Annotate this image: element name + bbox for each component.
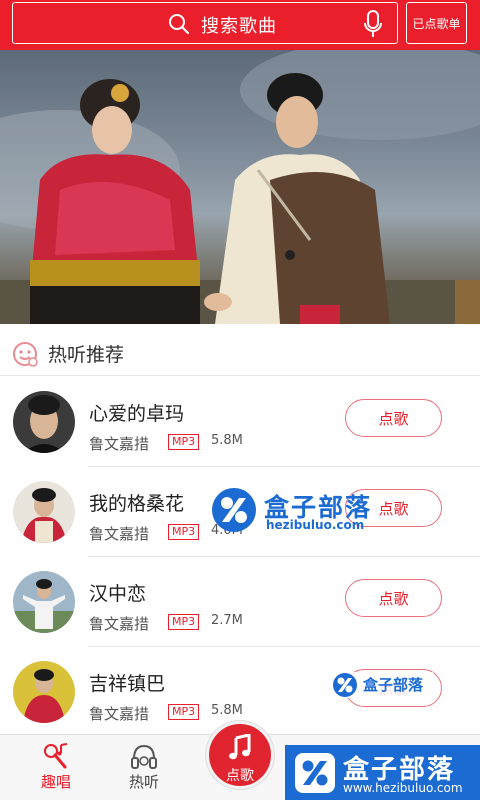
tab-label: 热听 (128, 773, 159, 791)
song-artist: 鲁文嘉措 (89, 525, 150, 543)
file-size: 5.8M (211, 433, 243, 448)
microphone-icon[interactable] (362, 9, 384, 39)
song-title: 汉中恋 (89, 583, 147, 605)
song-title: 我的格桑花 (89, 493, 185, 515)
banner-image (0, 50, 480, 324)
watermark: 盒子部落 hezibuluo.com (212, 488, 442, 532)
file-size: 5.8M (211, 703, 243, 718)
banner-carousel[interactable] (0, 50, 480, 324)
search-icon (169, 14, 190, 35)
artist-avatar (13, 481, 75, 543)
song-item[interactable]: 汉中恋 鲁文嘉措 MP3 2.7M 点歌 (0, 557, 480, 647)
song-artist: 鲁文嘉措 (89, 615, 150, 633)
song-title: 心爱的卓玛 (89, 403, 185, 425)
headphones-icon (131, 744, 157, 769)
watermark-url: www.hezibuluo.com (343, 781, 463, 795)
tab-hot-listen[interactable]: 热听 (104, 735, 184, 800)
format-badge: MP3 (168, 614, 200, 630)
artist-avatar (13, 571, 75, 633)
song-artist: 鲁文嘉措 (89, 705, 150, 723)
watermark-logo (212, 488, 256, 532)
format-badge: MP3 (168, 704, 200, 720)
format-badge: MP3 (168, 434, 200, 450)
song-title: 吉祥镇巴 (89, 673, 166, 695)
format-badge: MP3 (168, 524, 200, 540)
music-note-icon (229, 734, 251, 760)
smiley-music-icon (13, 342, 38, 367)
watermark-banner: 盒子部落 www.hezibuluo.com (285, 745, 480, 800)
requested-songs-button[interactable]: 已点歌单 (406, 2, 467, 44)
artist-avatar (13, 661, 75, 723)
watermark-logo (333, 673, 357, 697)
watermark-logo (295, 753, 335, 793)
top-header: 搜索歌曲 已点歌单 (0, 0, 480, 50)
search-bar[interactable]: 搜索歌曲 (12, 2, 398, 44)
watermark-url: hezibuluo.com (266, 518, 365, 532)
hot-recommendations-header: 热听推荐 (0, 326, 480, 376)
watermark-brand: 盒子部落 (363, 676, 424, 694)
search-placeholder: 搜索歌曲 (201, 16, 277, 37)
file-size: 2.7M (211, 613, 243, 628)
song-item[interactable]: 心爱的卓玛 鲁文嘉措 MP3 5.8M 点歌 (0, 377, 480, 467)
song-artist: 鲁文嘉措 (89, 435, 150, 453)
microphone-note-icon (44, 743, 68, 769)
artist-avatar (13, 391, 75, 453)
watermark-small: 盒子部落 (333, 672, 433, 698)
tab-label: 点歌 (226, 768, 254, 784)
request-song-button[interactable]: 点歌 (345, 399, 442, 437)
tab-karaoke[interactable]: 趣唱 (16, 735, 96, 800)
tab-label: 趣唱 (40, 773, 71, 791)
request-song-tab-button[interactable]: 点歌 (206, 721, 274, 789)
request-song-button[interactable]: 点歌 (345, 579, 442, 617)
section-title: 热听推荐 (48, 344, 125, 366)
